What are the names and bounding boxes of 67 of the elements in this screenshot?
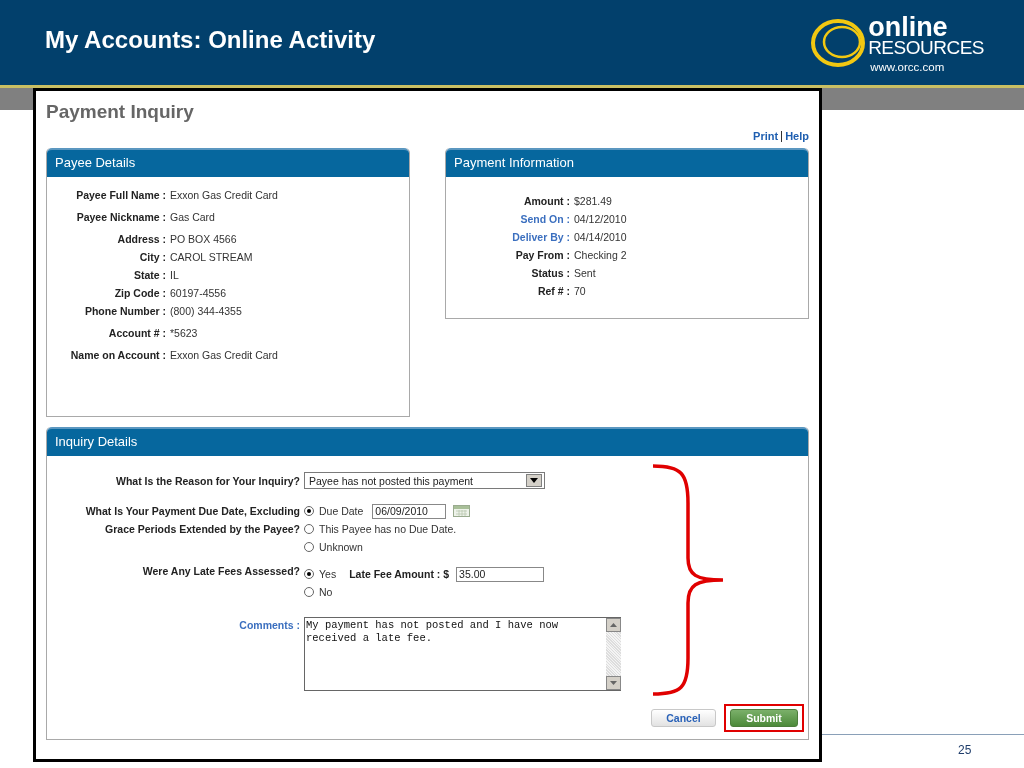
field-label: Zip Code : xyxy=(113,287,167,299)
option-label: Due Date xyxy=(319,505,364,517)
comments-field[interactable]: My payment has not posted and I have now received a late fee. xyxy=(304,617,621,691)
question-label: Were Any Late Fees Assessed? xyxy=(141,565,301,577)
question-label: What Is Your Payment Due Date, Excluding Grace Periods Extended by the Payee? xyxy=(84,504,301,537)
panel-header: Payee Details xyxy=(47,148,409,177)
field-value: Gas Card xyxy=(170,211,215,223)
question-label: What Is the Reason for Your Inquiry? xyxy=(115,474,301,487)
field-label: Status : xyxy=(530,267,571,279)
page-number: 25 xyxy=(958,743,972,757)
comments-label-link[interactable]: Comments : xyxy=(47,617,304,631)
logo-wordmark: online xyxy=(868,15,948,38)
field-value: 60197-4556 xyxy=(170,287,227,299)
field-value: 04/14/2010 xyxy=(574,231,627,243)
field-value: CAROL STREAM xyxy=(170,251,253,263)
field-value: Exxon Gas Credit Card xyxy=(170,349,278,361)
field-label-link[interactable]: Deliver By : xyxy=(446,231,574,243)
radio-button[interactable] xyxy=(304,524,314,534)
field-label: City : xyxy=(138,251,167,263)
field-value: $281.49 xyxy=(574,195,612,207)
field-value: Sent xyxy=(574,267,596,279)
field-value: *5623 xyxy=(170,327,198,339)
late-fee-amount-field[interactable]: 35.00 xyxy=(456,566,545,582)
field-label: Phone Number : xyxy=(83,305,167,317)
panel-header: Payment Information xyxy=(446,148,808,177)
header-link[interactable]: Help xyxy=(785,130,809,142)
scroll-up-icon[interactable] xyxy=(606,618,621,632)
field-label-link[interactable]: Send On : xyxy=(446,213,574,225)
panel-header: Inquiry Details xyxy=(47,427,808,456)
field-label: State : xyxy=(132,269,167,281)
field-label: Amount : xyxy=(522,195,571,207)
option-label: No xyxy=(319,586,333,598)
field-label: Address : xyxy=(116,233,167,245)
calendar-icon[interactable] xyxy=(453,505,471,517)
field-label: Payee Nickname : xyxy=(75,211,167,223)
slide-title: My Accounts: Online Activity xyxy=(45,25,376,54)
field-value: 04/12/2010 xyxy=(574,213,627,225)
scroll-down-icon[interactable] xyxy=(606,676,621,690)
radio-button[interactable] xyxy=(304,587,314,597)
radio-button[interactable] xyxy=(304,542,314,552)
field-value: Checking 2 xyxy=(574,249,627,261)
field-label: Payee Full Name : xyxy=(75,189,167,201)
header-link[interactable]: Print xyxy=(753,130,779,142)
reason-dropdown[interactable]: Payee has not posted this payment xyxy=(304,472,545,489)
logo-subtitle: RESOURCES xyxy=(868,37,984,57)
ring-logo-icon xyxy=(810,17,867,68)
field-value: 70 xyxy=(574,285,586,297)
logo-url: www.orcc.com xyxy=(870,61,946,74)
field-label: Account # : xyxy=(107,327,167,339)
field-value: Exxon Gas Credit Card xyxy=(170,189,278,201)
option-label: Unknown xyxy=(319,541,363,553)
field-label: Name on Account : xyxy=(69,349,167,361)
form-button[interactable]: Cancel xyxy=(651,709,716,727)
form-button[interactable]: Submit xyxy=(730,709,798,727)
due-date-field[interactable]: 06/09/2010 xyxy=(372,503,447,519)
page-title: Payment Inquiry xyxy=(46,100,195,123)
field-label: Late Fee Amount : $ xyxy=(349,568,450,580)
scrollbar[interactable] xyxy=(606,618,621,690)
option-label: This Payee has no Due Date. xyxy=(319,523,457,535)
option-label: Yes xyxy=(319,568,337,580)
field-value: PO BOX 4566 xyxy=(170,233,237,245)
field-label: Ref # : xyxy=(536,285,571,297)
radio-button[interactable] xyxy=(304,506,314,516)
radio-button[interactable] xyxy=(304,569,314,579)
field-value: IL xyxy=(170,269,179,281)
field-label: Pay From : xyxy=(514,249,571,261)
field-value: (800) 344-4355 xyxy=(170,305,242,317)
